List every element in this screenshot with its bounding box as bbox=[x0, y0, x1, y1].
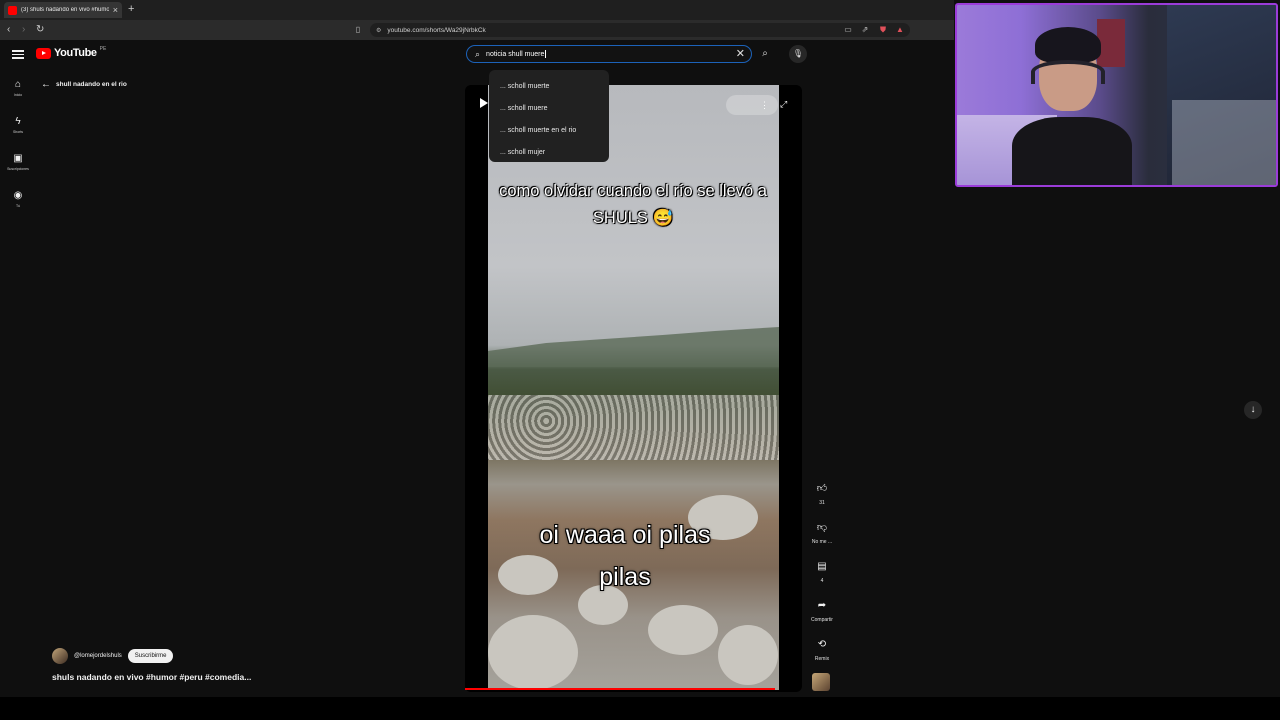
avatar[interactable] bbox=[52, 648, 68, 664]
extension-shield-icon[interactable]: ⛊ bbox=[878, 24, 888, 36]
share-label: Compartir bbox=[811, 617, 833, 623]
video-title[interactable]: shuls nadando en vivo #humor #peru #come… bbox=[52, 672, 251, 682]
remix-label: Remix bbox=[814, 656, 830, 662]
shorts-icon: ϟ bbox=[15, 116, 21, 127]
clear-search-icon[interactable]: ✕ bbox=[736, 48, 745, 61]
address-bar[interactable]: ⚙ youtube.com/shorts/Wa29jNrbkCk bbox=[370, 23, 910, 37]
tab-close-icon[interactable]: × bbox=[113, 5, 118, 15]
next-video-button[interactable]: ↓ bbox=[1244, 401, 1262, 419]
rail-label: Inicio bbox=[13, 93, 23, 97]
webcam-person-hair bbox=[1035, 27, 1101, 63]
channel-handle[interactable]: @lomejordelshuls bbox=[74, 653, 122, 659]
microphone-icon: 🎙 bbox=[792, 49, 804, 58]
video-boulder bbox=[488, 615, 578, 690]
suggestion-item[interactable]: ... scholl muere bbox=[489, 97, 609, 119]
streamer-webcam bbox=[955, 3, 1278, 187]
channel-row: @lomejordelshuls Suscribirme bbox=[52, 648, 174, 664]
subscriptions-icon: ▣ bbox=[13, 153, 23, 164]
back-nav-icon[interactable]: ‹ bbox=[7, 23, 10, 37]
suggestion-item[interactable]: ... scholl muerte en el rio bbox=[489, 119, 609, 141]
extension-triangle-icon[interactable]: ▲ bbox=[895, 24, 905, 36]
share-icon: ➦ bbox=[817, 600, 827, 611]
player-controls-pill[interactable] bbox=[726, 95, 778, 115]
site-info-icon[interactable]: ⚙ bbox=[376, 27, 381, 34]
like-count: 31 bbox=[819, 500, 825, 506]
video-caption-top: como olvidar cuando el río se llevó a SH… bbox=[499, 182, 767, 227]
comments-button[interactable]: ▤ 4 bbox=[806, 558, 838, 584]
home-icon: ⌂ bbox=[14, 79, 22, 90]
video-boulder bbox=[718, 625, 778, 685]
subscribe-button[interactable]: Suscribirme bbox=[127, 649, 174, 663]
search-value: noticia shull muere bbox=[486, 50, 547, 58]
you-icon: ◉ bbox=[13, 190, 23, 201]
youtube-favicon-icon bbox=[8, 5, 17, 15]
browser-toolbar: ‹ › ↻ ▯ ⚙ youtube.com/shorts/Wa29jNrbkCk… bbox=[0, 20, 954, 40]
share-button[interactable]: ➦ Compartir bbox=[806, 597, 838, 623]
hamburger-menu-icon[interactable] bbox=[12, 48, 24, 60]
back-to-results[interactable]: ← shull nadando en el rio bbox=[41, 79, 127, 90]
search-suggestions: ... scholl muerte ... scholl muere ... s… bbox=[489, 70, 609, 162]
thumbs-up-icon: 👍︎ bbox=[816, 483, 828, 494]
suggestion-item[interactable]: ... scholl muerte bbox=[489, 75, 609, 97]
like-button[interactable]: 👍︎ 31 bbox=[806, 480, 838, 506]
webcam-desk bbox=[1172, 100, 1276, 185]
video-scenery-mountain bbox=[488, 327, 779, 367]
fullscreen-icon[interactable]: ⤢ bbox=[780, 98, 787, 110]
rail-label: Suscripciones bbox=[7, 167, 29, 171]
logo-text: YouTube bbox=[54, 47, 97, 59]
search-icon: ⌕ bbox=[762, 48, 768, 59]
rail-label: Shorts bbox=[12, 130, 24, 134]
video-scenery-rocks bbox=[488, 395, 779, 460]
dislike-button[interactable]: 👎︎ No me ... bbox=[806, 519, 838, 545]
browser-tab-strip: (3) shuls nadando en vivo #humo × + bbox=[0, 0, 954, 20]
logo-country: PE bbox=[99, 46, 107, 52]
webcam-person-body bbox=[1012, 117, 1132, 185]
youtube-play-logo-icon bbox=[36, 47, 51, 59]
cast-icon[interactable]: ▭ bbox=[843, 24, 853, 36]
video-caption-bottom: oi waaa oi pilas pilas bbox=[539, 521, 711, 591]
share-page-icon[interactable]: ⇗ bbox=[860, 24, 870, 36]
search-context-title: shull nadando en el rio bbox=[56, 81, 127, 88]
thumbs-down-icon: 👎︎ bbox=[816, 522, 828, 533]
url-text: youtube.com/shorts/Wa29jNrbkCk bbox=[387, 26, 486, 34]
remix-icon: ⟲ bbox=[817, 639, 827, 650]
bookmark-icon[interactable]: ▯ bbox=[353, 24, 363, 36]
search-input[interactable]: ⌕ noticia shull muere ✕ bbox=[466, 45, 752, 63]
headset-icon bbox=[1031, 60, 1105, 84]
video-progress-bar[interactable] bbox=[465, 688, 775, 690]
webcam-poster bbox=[1097, 19, 1125, 67]
forward-nav-icon[interactable]: › bbox=[22, 23, 25, 37]
suggestion-item[interactable]: ... scholl mujer bbox=[489, 141, 609, 163]
youtube-logo[interactable]: YouTube PE bbox=[36, 46, 107, 59]
rail-item-subscriptions[interactable]: ▣ Suscripciones bbox=[0, 153, 36, 171]
reload-icon[interactable]: ↻ bbox=[36, 23, 44, 37]
rail-label: Tú bbox=[15, 204, 21, 208]
taskbar-strip bbox=[0, 697, 1280, 720]
search-icon: ⌕ bbox=[475, 48, 481, 59]
more-options-icon[interactable]: ⋮ bbox=[760, 99, 769, 111]
voice-search-button[interactable]: 🎙 bbox=[789, 45, 807, 63]
comments-count: 4 bbox=[820, 578, 824, 584]
browser-tab[interactable]: (3) shuls nadando en vivo #humo × bbox=[4, 2, 122, 18]
search-button[interactable]: ⌕ bbox=[756, 45, 774, 63]
remix-button[interactable]: ⟲ Remix bbox=[806, 636, 838, 662]
channel-thumbnail[interactable] bbox=[812, 673, 830, 691]
rail-item-you[interactable]: ◉ Tú bbox=[0, 190, 36, 208]
new-tab-icon[interactable]: + bbox=[128, 2, 134, 16]
back-arrow-icon[interactable]: ← bbox=[41, 79, 51, 90]
arrow-down-icon: ↓ bbox=[1250, 404, 1256, 415]
play-icon[interactable] bbox=[480, 98, 488, 108]
comment-icon: ▤ bbox=[817, 561, 827, 572]
rail-item-home[interactable]: ⌂ Inicio bbox=[0, 79, 36, 97]
tab-title: (3) shuls nadando en vivo #humo bbox=[21, 7, 109, 13]
shorts-video[interactable] bbox=[488, 85, 779, 690]
rail-item-shorts[interactable]: ϟ Shorts bbox=[0, 116, 36, 134]
video-boulder bbox=[648, 605, 718, 655]
dislike-label: No me ... bbox=[811, 539, 833, 545]
